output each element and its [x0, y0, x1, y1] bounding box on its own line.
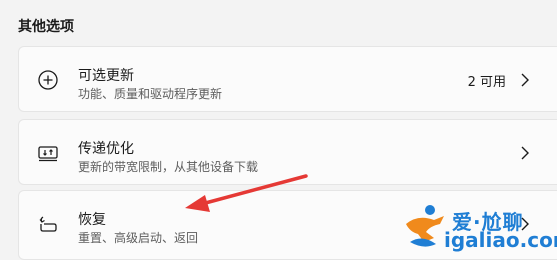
- delivery-optimization-title: 传递优化: [78, 141, 134, 157]
- chevron-right-icon: [518, 71, 532, 89]
- recovery-icon: [37, 213, 59, 235]
- delivery-optimization-icon: [37, 142, 59, 164]
- optional-updates-card[interactable]: 可选更新 功能、质量和驱动程序更新 2 可用: [18, 46, 557, 112]
- optional-updates-title: 可选更新: [78, 68, 134, 84]
- plus-circle-icon: [37, 69, 59, 91]
- chevron-right-icon: [518, 144, 532, 162]
- available-count: 2 可用: [467, 75, 506, 90]
- delivery-optimization-card[interactable]: 传递优化 更新的带宽限制，从其他设备下载: [18, 119, 557, 185]
- recovery-subtitle: 重置、高级启动、返回: [78, 231, 199, 245]
- section-title: 其他选项: [18, 19, 74, 35]
- recovery-title: 恢复: [78, 212, 106, 228]
- delivery-optimization-subtitle: 更新的带宽限制，从其他设备下载: [78, 160, 259, 174]
- watermark: 爱·尬聊 igaliao.com: [400, 198, 557, 254]
- optional-updates-subtitle: 功能、质量和驱动程序更新: [78, 87, 223, 101]
- watermark-en-text: igaliao.com: [444, 228, 557, 252]
